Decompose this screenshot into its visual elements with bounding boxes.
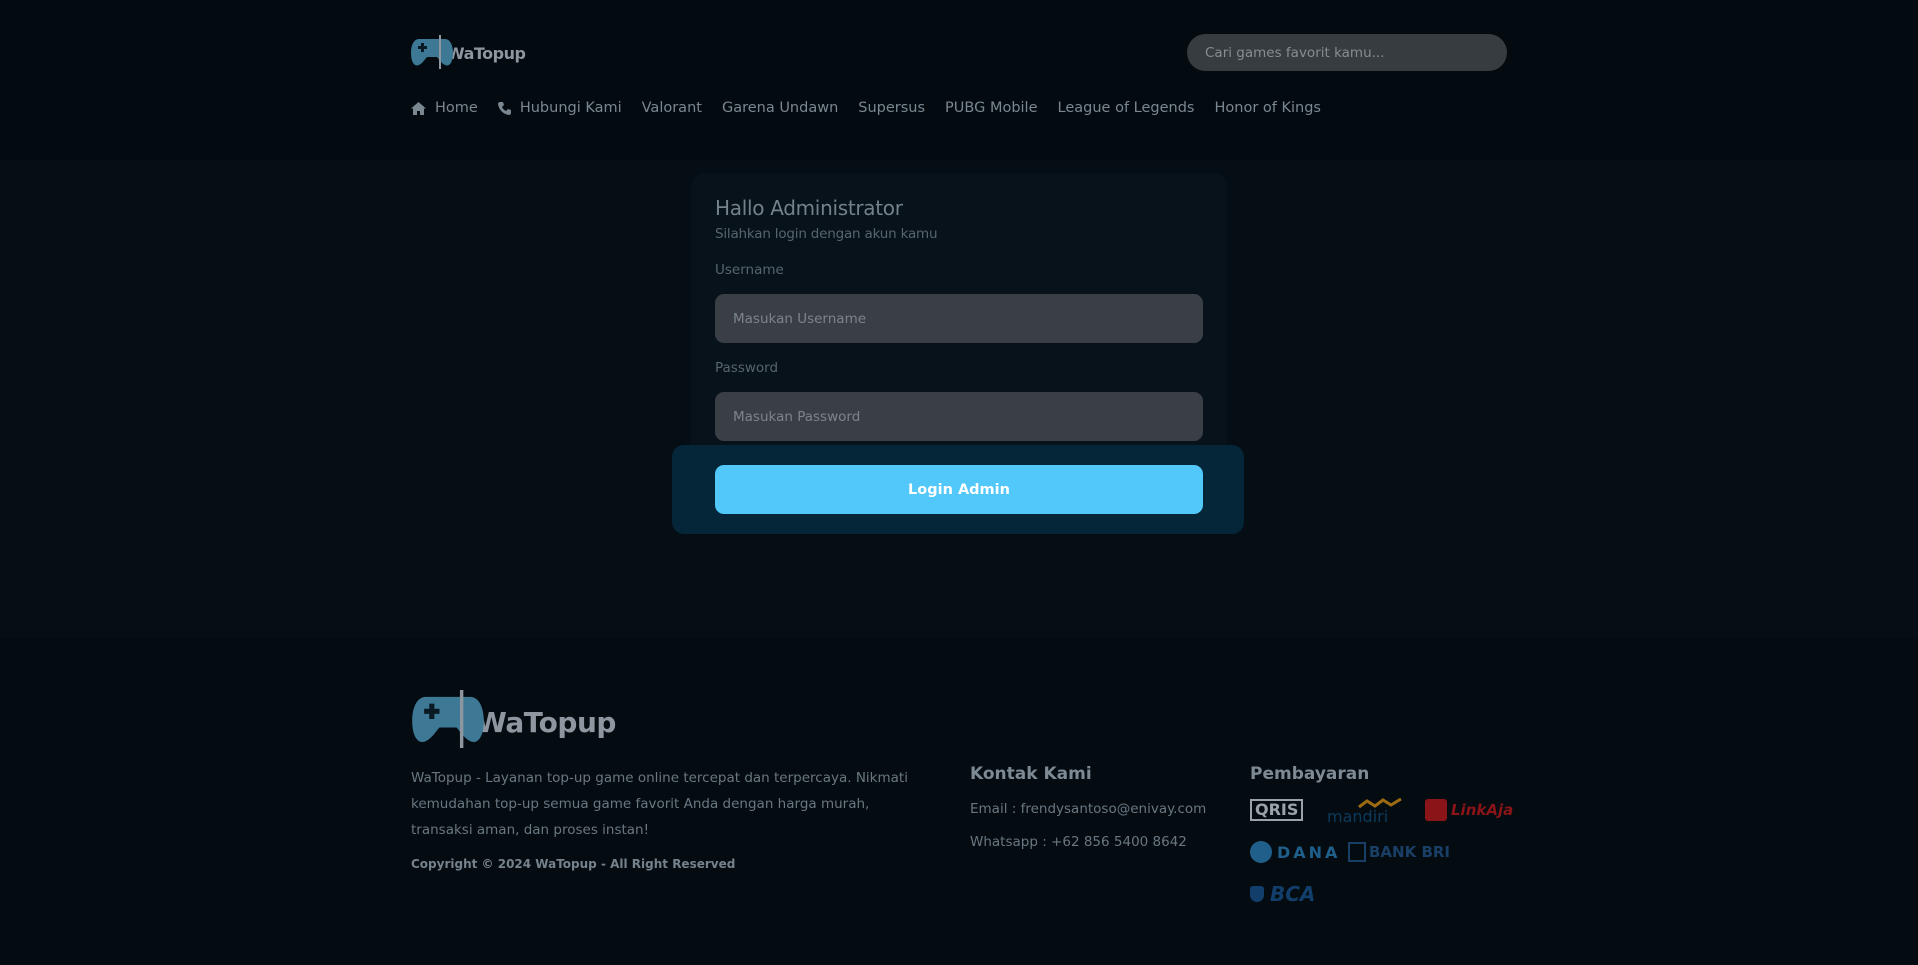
nav-item-label: PUBG Mobile bbox=[945, 100, 1038, 116]
phone-icon bbox=[497, 101, 511, 115]
gamepad-icon bbox=[412, 690, 484, 748]
qris-logo: QRIS bbox=[1250, 798, 1304, 822]
main-nav: Home Hubungi Kami Valorant Garena Undawn… bbox=[411, 100, 1341, 116]
payment-name: QRIS bbox=[1250, 799, 1304, 821]
brand-logo[interactable]: WaTopup bbox=[411, 35, 526, 69]
nav-item-garena-undawn[interactable]: Garena Undawn bbox=[722, 100, 838, 116]
login-title: Hallo Administrator bbox=[715, 196, 903, 220]
footer-brand-logo[interactable]: WaTopup bbox=[411, 690, 616, 748]
payment-name: BANK BRI bbox=[1369, 843, 1451, 861]
nav-item-home[interactable]: Home bbox=[411, 100, 478, 116]
nav-item-label: Honor of Kings bbox=[1214, 100, 1321, 116]
nav-item-label: Hubungi Kami bbox=[519, 100, 622, 116]
search-input[interactable] bbox=[1187, 34, 1507, 71]
nav-item-label: League of Legends bbox=[1057, 100, 1195, 116]
username-field[interactable] bbox=[715, 294, 1203, 343]
nav-item-league-of-legends[interactable]: League of Legends bbox=[1058, 100, 1195, 116]
bca-emblem-icon bbox=[1250, 886, 1264, 902]
nav-item-valorant[interactable]: Valorant bbox=[642, 100, 702, 116]
username-label: Username bbox=[715, 262, 784, 278]
nav-item-pubg-mobile[interactable]: PUBG Mobile bbox=[945, 100, 1037, 116]
linkaja-badge-icon bbox=[1425, 799, 1447, 821]
footer-description: WaTopup - Layanan top-up game online ter… bbox=[411, 770, 908, 838]
home-icon bbox=[411, 101, 426, 115]
site-footer bbox=[0, 638, 1918, 965]
dana-logo: DANA bbox=[1250, 841, 1340, 863]
bri-box-icon bbox=[1348, 842, 1366, 862]
contact-title: Kontak Kami bbox=[970, 764, 1092, 784]
password-label: Password bbox=[715, 360, 779, 376]
contact-email[interactable]: Email : frendysantoso@enivay.com bbox=[970, 801, 1206, 817]
brand-name: WaTopup bbox=[476, 705, 616, 739]
payment-name: DANA bbox=[1277, 842, 1341, 862]
nav-item-supersus[interactable]: Supersus bbox=[858, 100, 925, 116]
nav-item-honor-of-kings[interactable]: Honor of Kings bbox=[1214, 100, 1320, 116]
gamepad-icon bbox=[411, 35, 453, 69]
nav-item-label: Garena Undawn bbox=[721, 100, 839, 116]
mandiri-logo: mandiri bbox=[1327, 797, 1402, 826]
brand-name: WaTopup bbox=[447, 44, 526, 63]
linkaja-logo: LinkAja bbox=[1425, 799, 1513, 821]
nav-item-hubungi-kami[interactable]: Hubungi Kami bbox=[497, 100, 622, 116]
nav-item-label: Valorant bbox=[641, 100, 702, 116]
login-admin-button[interactable]: Login Admin bbox=[715, 465, 1203, 514]
copyright-text: Copyright © 2024 WaTopup - All Right Res… bbox=[411, 857, 736, 871]
dana-circle-icon bbox=[1250, 841, 1272, 863]
login-subtitle: Silahkan login dengan akun kamu bbox=[715, 226, 938, 242]
password-field[interactable] bbox=[715, 392, 1203, 441]
bca-logo: BCA bbox=[1250, 882, 1315, 906]
payment-name: BCA bbox=[1270, 882, 1316, 906]
nav-item-label: Home bbox=[435, 100, 478, 116]
payment-title: Pembayaran bbox=[1250, 764, 1370, 784]
contact-whatsapp[interactable]: Whatsapp : +62 856 5400 8642 bbox=[970, 834, 1187, 850]
bank-bri-logo: BANK BRI bbox=[1348, 842, 1450, 862]
payment-name: LinkAja bbox=[1451, 801, 1514, 819]
site-header: WaTopup Home Hubungi Kami Valorant Garen… bbox=[0, 0, 1918, 160]
nav-item-label: Supersus bbox=[858, 100, 926, 116]
mandiri-wave-icon bbox=[1358, 797, 1402, 809]
